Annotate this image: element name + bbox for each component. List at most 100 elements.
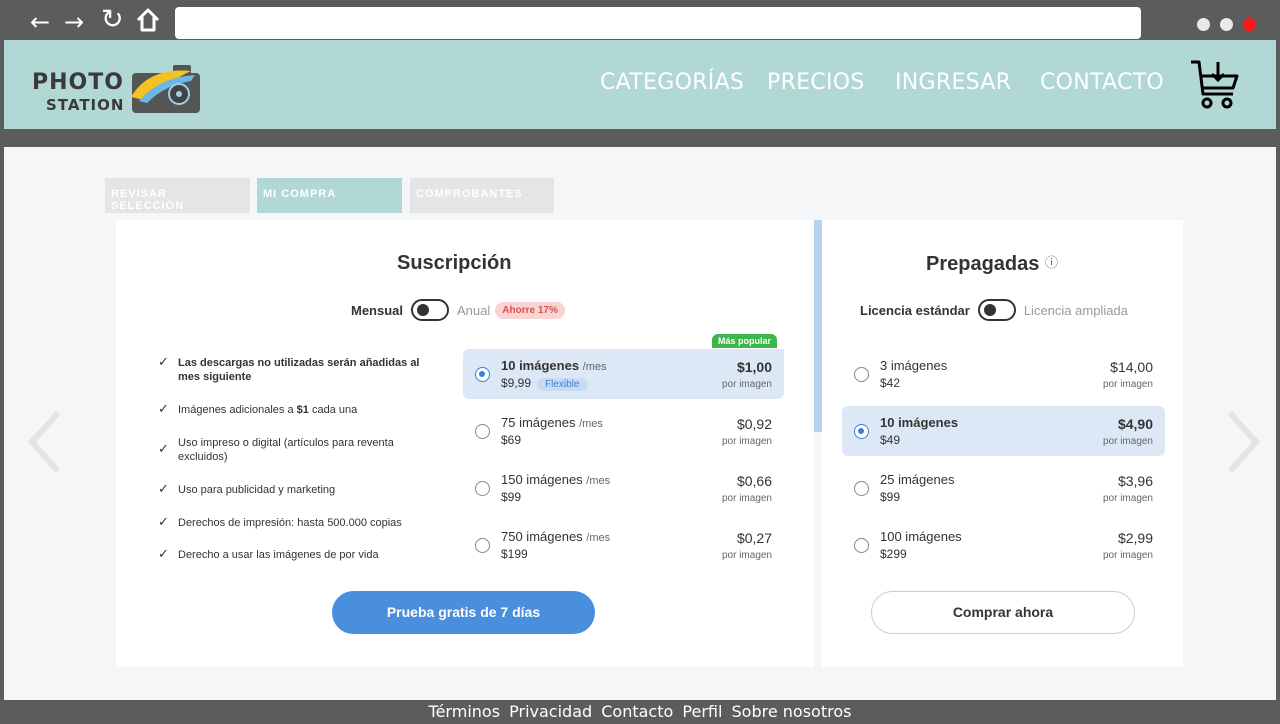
option-name: 100 imágenes [880, 529, 962, 544]
radio-button[interactable] [475, 367, 490, 382]
option-price: $199 [501, 547, 528, 561]
radio-button[interactable] [854, 538, 869, 553]
option-name: 750 imágenes /mes [501, 529, 611, 544]
scrollbar[interactable] [814, 220, 822, 432]
prepaid-option[interactable]: 10 imágenes $49 $4,90 por imagen [842, 406, 1165, 456]
check-icon: ✓ [158, 402, 169, 417]
toggle-label-ampliada: Licencia ampliada [1023, 302, 1128, 318]
radio-button[interactable] [854, 367, 869, 382]
per-image-label: por imagen [721, 436, 772, 447]
radio-button[interactable] [475, 424, 490, 439]
arrow-left-icon[interactable]: ← [30, 8, 50, 36]
tab-comprobantes[interactable]: COMPROBANTES [410, 178, 554, 213]
license-toggle[interactable] [977, 299, 1016, 321]
feature-text: Uso para publicidad y marketing [178, 484, 336, 496]
check-icon: ✓ [158, 515, 169, 530]
license-toggle-row: Licencia estándar Licencia ampliada [860, 299, 1128, 321]
chevron-right-icon[interactable] [1224, 407, 1264, 477]
feature-text: Las descargas no utilizadas serán añadid… [178, 357, 420, 383]
chevron-left-icon[interactable] [24, 407, 64, 477]
feature-text: Imágenes adicionales a $1 cada una [178, 404, 358, 416]
free-trial-button[interactable]: Prueba gratis de 7 días [332, 591, 595, 634]
footer-link-contacto[interactable]: Contacto [601, 702, 673, 721]
feature-item: ✓ Imágenes adicionales a $1 cada una [158, 403, 428, 417]
nav-contacto[interactable]: CONTACTO [1040, 70, 1164, 95]
buy-now-button[interactable]: Comprar ahora [871, 591, 1135, 634]
radio-button[interactable] [854, 481, 869, 496]
option-price: $69 [501, 433, 522, 447]
window-dot [1197, 18, 1210, 31]
option-name: 3 imágenes [880, 358, 948, 373]
nav-ingresar[interactable]: INGRESAR [895, 70, 1011, 95]
footer-link-terminos[interactable]: Términos [429, 702, 501, 721]
browser-toolbar: ← → ↻ [4, 4, 1276, 40]
subscription-title: Suscripción [397, 252, 512, 274]
option-price: $299 [880, 547, 907, 561]
footer-link-sobre-nosotros[interactable]: Sobre nosotros [732, 702, 852, 721]
option-unit-price: $14,00 [1110, 359, 1153, 375]
question-circle-icon[interactable]: ⓘ [1045, 256, 1058, 271]
check-icon: ✓ [158, 482, 169, 497]
toggle-label-estandar: Licencia estándar [860, 302, 970, 318]
subscription-option[interactable]: 150 imágenes /mes $99 $0,66 por imagen [463, 463, 784, 513]
radio-button[interactable] [475, 538, 490, 553]
subscription-option[interactable]: 10 imágenes /mes $9,99 Flexible $1,00 por… [463, 349, 784, 399]
prepaid-option[interactable]: 3 imágenes $42 $14,00 por imagen [842, 349, 1165, 399]
subscription-option[interactable]: 750 imágenes /mes $199 $0,27 por imagen [463, 520, 784, 570]
option-name: 75 imágenes /mes [501, 415, 603, 430]
tab-mi-compra[interactable]: MI COMPRA [257, 178, 402, 213]
feature-item: ✓ Derecho a usar las imágenes de por vid… [158, 548, 428, 562]
reload-icon[interactable]: ↻ [101, 6, 124, 34]
option-name: 25 imágenes [880, 472, 955, 487]
address-bar[interactable] [175, 7, 1141, 39]
option-unit-price: $4,90 [1117, 416, 1153, 432]
nav-categorias[interactable]: CATEGORÍAS [600, 70, 744, 95]
subscription-option[interactable]: 75 imágenes /mes $69 $0,92 por imagen [463, 406, 784, 456]
arrow-right-icon[interactable]: → [64, 8, 84, 36]
nav-precios[interactable]: PRECIOS [767, 70, 865, 95]
prepaid-option[interactable]: 25 imágenes $99 $3,96 por imagen [842, 463, 1165, 513]
footer-link-perfil[interactable]: Perfil [682, 702, 722, 721]
option-unit-price: $0,66 [736, 473, 772, 489]
prepaid-title: Prepagadas ⓘ [926, 253, 1058, 275]
header-divider [4, 129, 1276, 147]
check-icon: ✓ [158, 442, 169, 457]
cart-download-icon[interactable] [1187, 56, 1243, 112]
check-icon: ✓ [158, 547, 169, 562]
option-price: $99 [501, 490, 522, 504]
feature-item: ✓ Las descargas no utilizadas serán añad… [158, 356, 428, 384]
tab-revisar-seleccion[interactable]: REVISAR SELECCIÓN [105, 178, 250, 213]
site-footer: Términos Privacidad Contacto Perfil Sobr… [4, 700, 1276, 724]
site-header: PHOTO STATION CATEGORÍAS PRECIOS INGRESA… [4, 40, 1276, 129]
per-image-label: por imagen [721, 550, 772, 561]
logo-text: PHOTO [32, 70, 124, 95]
footer-link-privacidad[interactable]: Privacidad [509, 702, 592, 721]
main-content: REVISAR SELECCIÓN MI COMPRA COMPROBANTES… [4, 147, 1276, 700]
feature-text: Uso impreso o digital (artículos para re… [178, 437, 394, 463]
prepaid-option[interactable]: 100 imágenes $299 $2,99 por imagen [842, 520, 1165, 570]
radio-button[interactable] [475, 481, 490, 496]
window-dot [1220, 18, 1233, 31]
per-image-label: por imagen [1102, 550, 1153, 561]
feature-item: ✓ Uso para publicidad y marketing [158, 483, 428, 497]
home-icon[interactable] [135, 7, 161, 39]
feature-item: ✓ Uso impreso o digital (artículos para … [158, 436, 408, 464]
window-close-dot[interactable] [1243, 18, 1256, 31]
option-name: 10 imágenes /mes [501, 358, 607, 373]
feature-item: ✓ Derechos de impresión: hasta 500.000 c… [158, 516, 428, 530]
option-price: $42 [880, 376, 901, 390]
check-icon: ✓ [158, 355, 169, 370]
per-image-label: por imagen [1102, 379, 1153, 390]
popular-badge: Más popular [712, 334, 778, 348]
save-badge: Ahorre 17% [495, 301, 565, 319]
billing-toggle[interactable] [411, 299, 450, 321]
logo[interactable]: PHOTO STATION [32, 59, 202, 115]
radio-button[interactable] [854, 424, 869, 439]
toggle-label-mensual: Mensual [351, 302, 404, 318]
browser-window: ← → ↻ PHOTO STATION CATEGORÍAS PRECIOS I… [0, 0, 1280, 724]
option-price: $49 [880, 433, 901, 447]
option-name: 10 imágenes [880, 415, 959, 430]
option-price: $99 [880, 490, 901, 504]
option-unit-price: $0,27 [736, 530, 772, 546]
per-image-label: por imagen [1102, 436, 1153, 447]
